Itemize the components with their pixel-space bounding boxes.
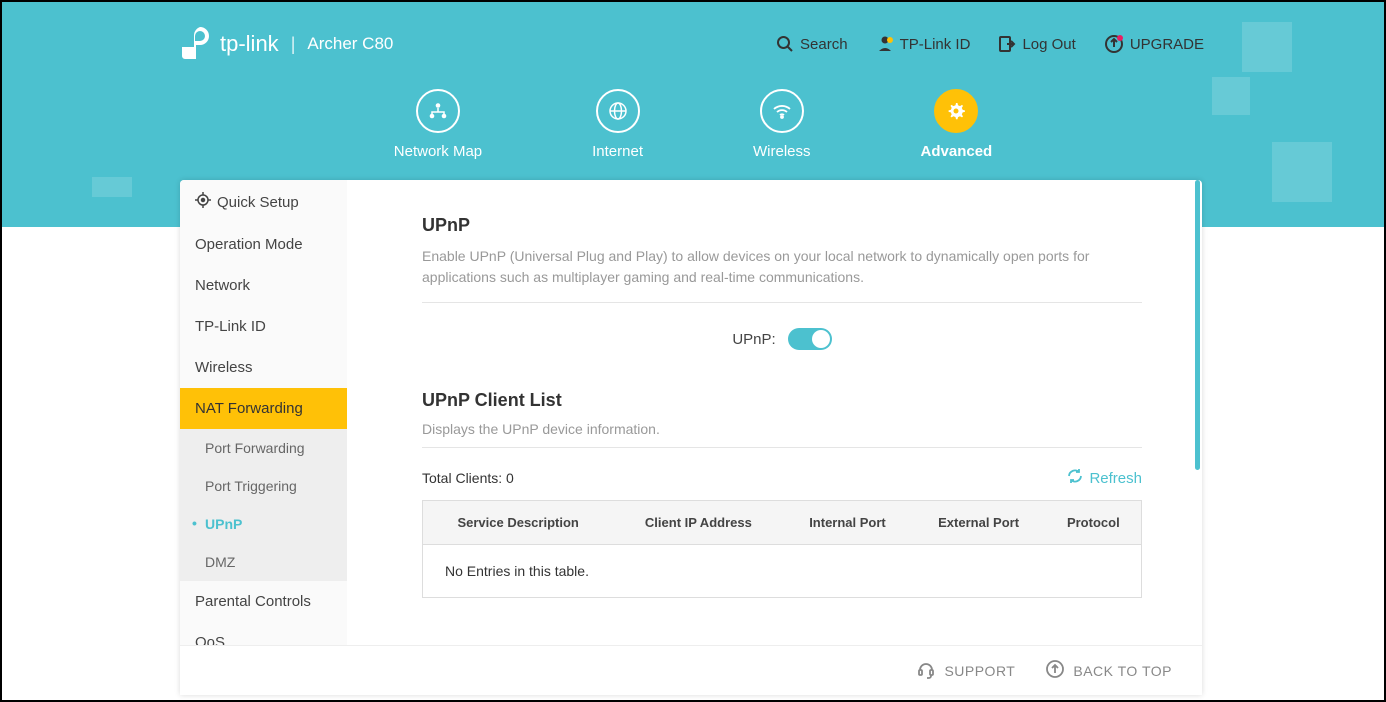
logout-label: Log Out bbox=[1022, 36, 1075, 53]
col-protocol: Protocol bbox=[1046, 501, 1142, 545]
upnp-toggle-row: UPnP: bbox=[422, 328, 1142, 350]
brand-text: tp-link bbox=[220, 31, 279, 57]
scrollbar[interactable] bbox=[1195, 180, 1200, 470]
refresh-icon bbox=[1067, 468, 1083, 488]
sidebar-network[interactable]: Network bbox=[180, 265, 347, 306]
sidebar-port-forwarding[interactable]: Port Forwarding bbox=[180, 429, 347, 467]
tab-advanced-label: Advanced bbox=[921, 143, 993, 160]
sidebar-quick-setup[interactable]: Quick Setup bbox=[180, 180, 347, 224]
tab-network-map[interactable]: Network Map bbox=[394, 89, 482, 160]
refresh-label: Refresh bbox=[1089, 470, 1142, 487]
tab-internet[interactable]: Internet bbox=[592, 89, 643, 160]
toggle-knob bbox=[812, 330, 830, 348]
divider: | bbox=[291, 34, 296, 55]
empty-message: No Entries in this table. bbox=[423, 545, 1142, 598]
arrow-up-icon bbox=[1045, 659, 1065, 682]
sidebar-nat-forwarding[interactable]: NAT Forwarding bbox=[180, 388, 347, 429]
sidebar-tplink-id[interactable]: TP-Link ID bbox=[180, 306, 347, 347]
upnp-toggle[interactable] bbox=[788, 328, 832, 350]
tplink-id-button[interactable]: TP-Link ID bbox=[876, 35, 971, 53]
upnp-section-desc: Enable UPnP (Universal Plug and Play) to… bbox=[422, 246, 1142, 303]
tab-wireless[interactable]: Wireless bbox=[753, 89, 811, 160]
tab-advanced[interactable]: Advanced bbox=[921, 89, 993, 160]
client-list-title: UPnP Client List bbox=[422, 390, 1142, 411]
tab-network-map-label: Network Map bbox=[394, 143, 482, 160]
logo: tp-link bbox=[182, 27, 279, 61]
refresh-button[interactable]: Refresh bbox=[1067, 468, 1142, 488]
tab-wireless-label: Wireless bbox=[753, 143, 811, 160]
upgrade-icon bbox=[1104, 34, 1124, 54]
search-icon bbox=[776, 35, 794, 53]
content-area: UPnP Enable UPnP (Universal Plug and Pla… bbox=[347, 180, 1202, 695]
sidebar-operation-mode[interactable]: Operation Mode bbox=[180, 224, 347, 265]
headset-icon bbox=[916, 659, 936, 682]
support-label: SUPPORT bbox=[944, 663, 1015, 679]
network-map-icon bbox=[416, 89, 460, 133]
sidebar-upnp[interactable]: UPnP bbox=[180, 505, 347, 543]
tp-link-logo-icon bbox=[182, 27, 212, 61]
col-external-port: External Port bbox=[912, 501, 1046, 545]
col-client-ip: Client IP Address bbox=[613, 501, 783, 545]
tab-internet-label: Internet bbox=[592, 143, 643, 160]
footer-bar: SUPPORT BACK TO TOP bbox=[180, 645, 1202, 695]
sidebar-parental-controls[interactable]: Parental Controls bbox=[180, 581, 347, 622]
support-button[interactable]: SUPPORT bbox=[916, 659, 1015, 682]
sidebar: Quick Setup Operation Mode Network TP-Li… bbox=[180, 180, 347, 695]
tplink-id-label: TP-Link ID bbox=[900, 36, 971, 53]
logout-icon bbox=[998, 35, 1016, 53]
upnp-section-title: UPnP bbox=[422, 215, 1142, 236]
table-row-empty: No Entries in this table. bbox=[423, 545, 1142, 598]
sidebar-nat-submenu: Port Forwarding Port Triggering UPnP DMZ bbox=[180, 429, 347, 581]
sidebar-dmz[interactable]: DMZ bbox=[180, 543, 347, 581]
back-to-top-button[interactable]: BACK TO TOP bbox=[1045, 659, 1172, 682]
wifi-icon bbox=[760, 89, 804, 133]
globe-icon bbox=[596, 89, 640, 133]
model-name: Archer C80 bbox=[307, 34, 393, 54]
client-list-desc: Displays the UPnP device information. bbox=[422, 421, 1142, 448]
gear-icon bbox=[934, 89, 978, 133]
search-label: Search bbox=[800, 36, 848, 53]
upgrade-label: UPGRADE bbox=[1130, 36, 1204, 53]
upnp-toggle-label: UPnP: bbox=[732, 331, 775, 348]
target-icon bbox=[195, 192, 211, 212]
sidebar-quick-setup-label: Quick Setup bbox=[217, 194, 299, 211]
main-nav: Network Map Internet Wireless Advanced bbox=[2, 89, 1384, 160]
main-panel: Quick Setup Operation Mode Network TP-Li… bbox=[180, 180, 1202, 695]
col-service-description: Service Description bbox=[423, 501, 614, 545]
sidebar-wireless[interactable]: Wireless bbox=[180, 347, 347, 388]
search-button[interactable]: Search bbox=[776, 35, 848, 53]
upgrade-button[interactable]: UPGRADE bbox=[1104, 34, 1204, 54]
logout-button[interactable]: Log Out bbox=[998, 35, 1075, 53]
active-tab-caret bbox=[943, 182, 969, 196]
col-internal-port: Internal Port bbox=[783, 501, 911, 545]
client-table: Service Description Client IP Address In… bbox=[422, 500, 1142, 598]
total-clients-text: Total Clients: 0 bbox=[422, 470, 514, 486]
user-icon bbox=[876, 35, 894, 53]
back-to-top-label: BACK TO TOP bbox=[1073, 663, 1172, 679]
sidebar-port-triggering[interactable]: Port Triggering bbox=[180, 467, 347, 505]
